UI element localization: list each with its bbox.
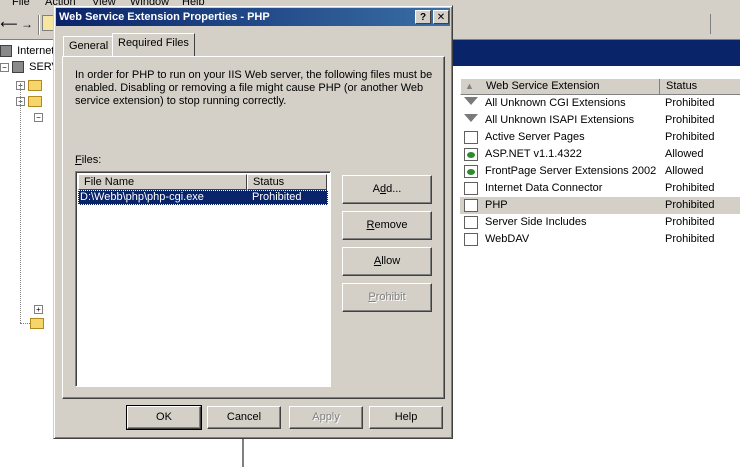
extension-row[interactable]: Server Side Includes Prohibited bbox=[460, 214, 740, 231]
column-header-file-status[interactable]: Status bbox=[247, 174, 327, 190]
extension-name: Internet Data Connector bbox=[485, 182, 603, 194]
tree-item-folder[interactable] bbox=[30, 315, 44, 331]
cancel-button[interactable]: Cancel bbox=[207, 406, 281, 429]
expand-toggle-icon[interactable]: + bbox=[34, 304, 43, 314]
extension-row[interactable]: All Unknown CGI Extensions Prohibited bbox=[460, 95, 740, 112]
remove-button[interactable]: Remove bbox=[342, 211, 432, 240]
extensions-list-header: ▲ Web Service Extension Status bbox=[460, 78, 740, 95]
extension-name: All Unknown CGI Extensions bbox=[485, 97, 626, 109]
extension-row[interactable]: PHP Prohibited bbox=[460, 197, 740, 214]
extension-name: Server Side Includes bbox=[485, 216, 587, 228]
back-arrow-icon[interactable]: ⟵ bbox=[0, 16, 18, 32]
extension-status: Prohibited bbox=[665, 97, 715, 109]
files-list-header: File Name Status bbox=[78, 174, 328, 190]
console-tree: Internet − SERV + − − + bbox=[0, 40, 60, 470]
required-files-panel: In order for PHP to run on your IIS Web … bbox=[62, 56, 445, 399]
document-icon bbox=[464, 182, 478, 195]
file-row[interactable]: D:\Webb\php\php-cgi.exe Prohibited bbox=[78, 190, 328, 205]
filter-icon bbox=[464, 97, 478, 110]
allow-button[interactable]: Allow bbox=[342, 247, 432, 276]
help-icon[interactable]: ? bbox=[415, 10, 431, 24]
intro-text: In order for PHP to run on your IIS Web … bbox=[75, 69, 433, 107]
extension-status: Prohibited bbox=[665, 131, 715, 143]
dialog-title-bar[interactable]: Web Service Extension Properties - PHP ?… bbox=[56, 8, 450, 26]
tree-item-internet[interactable]: Internet bbox=[0, 43, 54, 59]
add-button[interactable]: Add... bbox=[342, 175, 432, 204]
files-label: Files: bbox=[75, 154, 102, 166]
tree-item-server[interactable]: − SERV bbox=[0, 59, 59, 75]
document-icon bbox=[464, 233, 478, 246]
extension-status: Allowed bbox=[665, 165, 704, 177]
tree-connector bbox=[20, 323, 30, 324]
folder-icon bbox=[30, 317, 44, 329]
allowed-document-icon bbox=[464, 148, 478, 161]
extension-row[interactable]: All Unknown ISAPI Extensions Prohibited bbox=[460, 112, 740, 129]
prohibit-button[interactable]: Prohibit bbox=[342, 283, 432, 312]
extension-name: All Unknown ISAPI Extensions bbox=[485, 114, 635, 126]
extension-name: PHP bbox=[485, 199, 508, 211]
close-icon[interactable]: ✕ bbox=[433, 10, 449, 24]
tab-general[interactable]: General bbox=[63, 36, 115, 57]
pane-splitter[interactable] bbox=[242, 438, 244, 467]
collapse-toggle-icon[interactable]: − bbox=[34, 112, 43, 122]
forward-arrow-icon[interactable]: → bbox=[18, 16, 36, 32]
document-icon bbox=[464, 131, 478, 144]
toolbar-right-field bbox=[710, 14, 740, 34]
file-name-cell: D:\Webb\php\php-cgi.exe bbox=[80, 191, 204, 203]
extension-name: Active Server Pages bbox=[485, 131, 585, 143]
extension-status: Prohibited bbox=[665, 114, 715, 126]
extension-row[interactable]: ASP.NET v1.1.4322 Allowed bbox=[460, 146, 740, 163]
apply-button[interactable]: Apply bbox=[289, 406, 363, 429]
document-icon bbox=[464, 216, 478, 229]
folder-icon bbox=[28, 95, 43, 107]
web-service-extensions-panel: ▲ Web Service Extension Status All Unkno… bbox=[452, 66, 740, 467]
folder-icon bbox=[28, 79, 43, 91]
column-header-extension[interactable]: ▲ Web Service Extension bbox=[461, 79, 660, 95]
column-header-label: Web Service Extension bbox=[486, 80, 600, 92]
help-button[interactable]: Help bbox=[369, 406, 443, 429]
extension-status: Allowed bbox=[665, 148, 704, 160]
sort-ascending-icon: ▲ bbox=[465, 81, 474, 91]
extension-status: Prohibited bbox=[665, 182, 715, 194]
extension-row[interactable]: Active Server Pages Prohibited bbox=[460, 129, 740, 146]
document-icon bbox=[464, 199, 478, 212]
details-title-bar bbox=[452, 40, 740, 66]
extension-status: Prohibited bbox=[665, 216, 715, 228]
extension-name: WebDAV bbox=[485, 233, 530, 245]
tree-item-folder[interactable]: − bbox=[34, 109, 43, 125]
column-header-status[interactable]: Status bbox=[666, 80, 697, 92]
allowed-document-icon bbox=[464, 165, 478, 178]
toolbar-right-area bbox=[452, 10, 740, 40]
extension-status: Prohibited bbox=[665, 233, 715, 245]
server-icon bbox=[0, 45, 12, 58]
computer-icon bbox=[12, 61, 25, 74]
column-header-file-name[interactable]: File Name bbox=[78, 174, 247, 190]
tab-required-files[interactable]: Required Files bbox=[112, 33, 195, 56]
extension-row[interactable]: FrontPage Server Extensions 2002 Allowed bbox=[460, 163, 740, 180]
collapse-toggle-icon[interactable]: − bbox=[0, 62, 9, 72]
extension-status: Prohibited bbox=[665, 199, 715, 211]
extension-row[interactable]: WebDAV Prohibited bbox=[460, 231, 740, 248]
extension-name: FrontPage Server Extensions 2002 bbox=[485, 165, 657, 177]
tree-item-label: Internet bbox=[17, 45, 55, 57]
menu-file[interactable]: File bbox=[12, 0, 30, 8]
required-files-list[interactable]: File Name Status D:\Webb\php\php-cgi.exe… bbox=[75, 171, 331, 387]
properties-dialog: Web Service Extension Properties - PHP ?… bbox=[53, 5, 453, 439]
filter-icon bbox=[464, 114, 478, 127]
ok-button[interactable]: OK bbox=[126, 405, 202, 430]
extension-row[interactable]: Internet Data Connector Prohibited bbox=[460, 180, 740, 197]
dialog-title: Web Service Extension Properties - PHP bbox=[59, 11, 270, 23]
file-status-cell: Prohibited bbox=[252, 191, 302, 203]
tree-connector bbox=[20, 85, 21, 323]
toolbar-separator bbox=[38, 15, 40, 35]
extension-name: ASP.NET v1.1.4322 bbox=[485, 148, 582, 160]
